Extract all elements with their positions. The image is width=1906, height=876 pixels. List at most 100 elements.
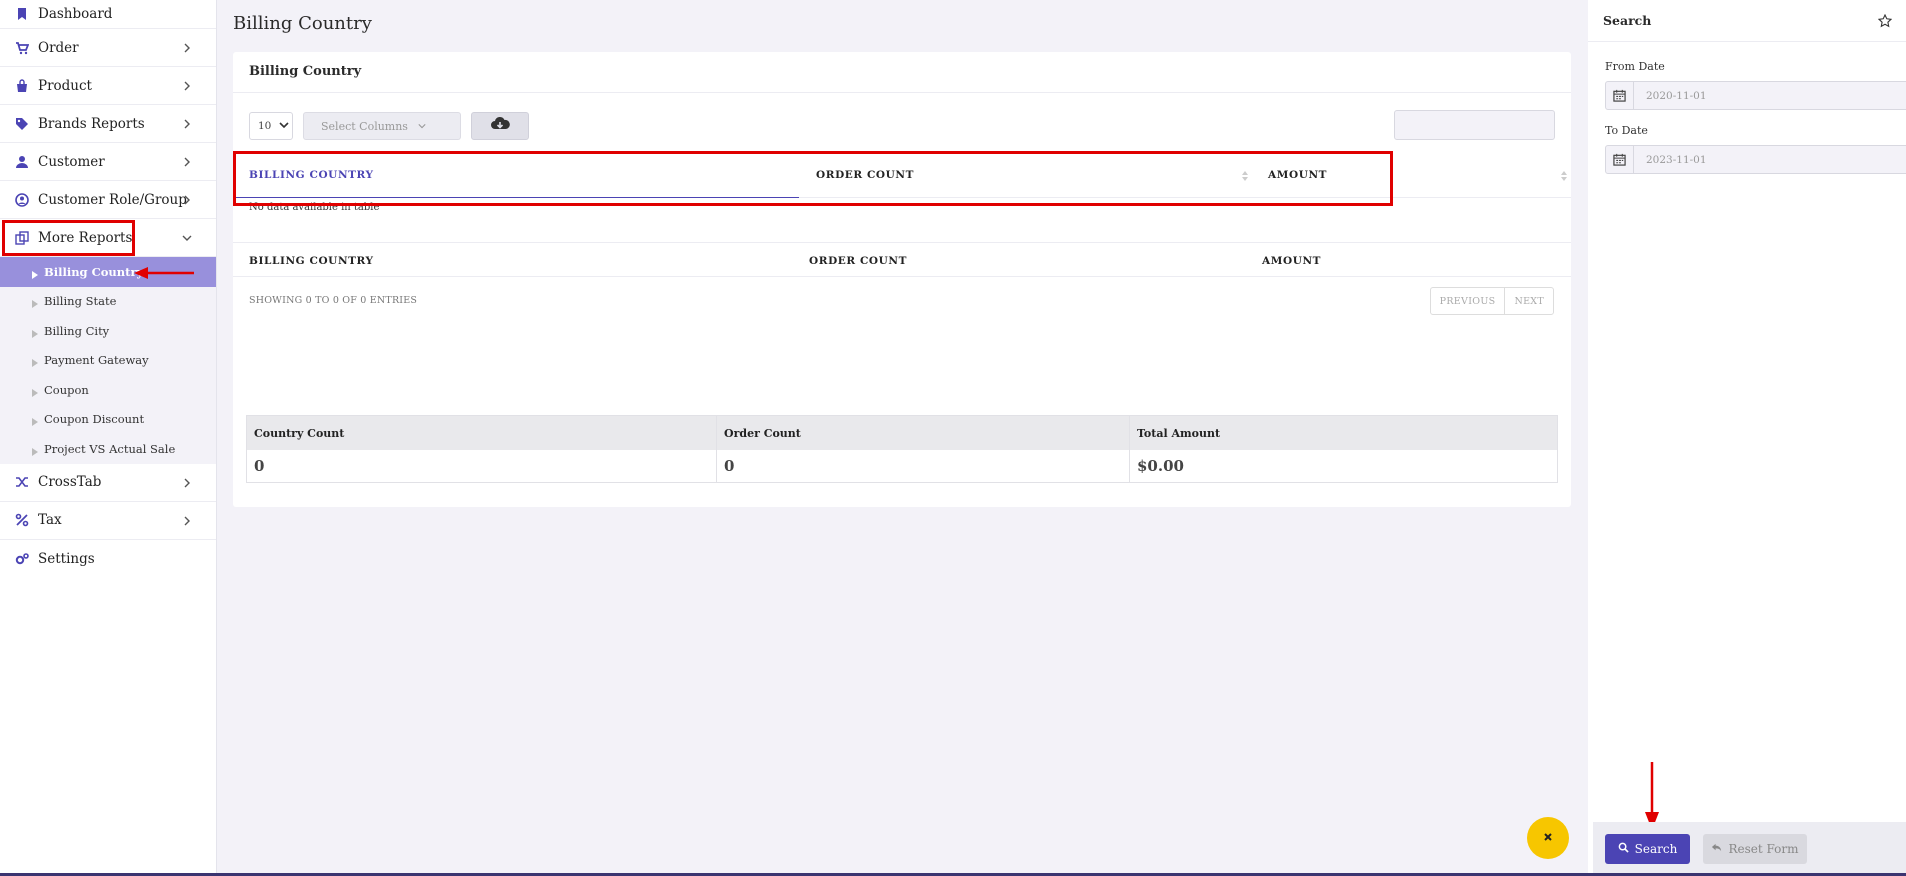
empty-table-message: No data available in table — [249, 202, 380, 213]
user-icon — [14, 154, 30, 170]
chevron-right-icon — [182, 514, 194, 526]
sidebar-subitem-payment-gateway[interactable]: Payment Gateway — [0, 346, 216, 376]
close-icon — [1543, 831, 1553, 846]
caret-right-icon — [32, 327, 38, 338]
sidebar-item-dashboard[interactable]: Dashboard — [0, 0, 216, 29]
sidebar-item-brands-reports[interactable]: Brands Reports — [0, 105, 216, 143]
sidebar-item-label: Customer — [38, 153, 105, 170]
sidebar-item-label: Product — [38, 77, 92, 94]
sidebar-item-label: CrossTab — [38, 474, 102, 490]
to-date-value: 2023-11-01 — [1646, 153, 1707, 166]
summary-header-row: Country Count Order Count Total Amount — [247, 416, 1557, 450]
to-date-input[interactable]: 2023-11-01 — [1605, 145, 1906, 174]
column-header-order-count[interactable]: ORDER COUNT — [816, 152, 914, 198]
caret-right-icon — [32, 297, 38, 309]
reset-form-button-label: Reset Form — [1728, 842, 1799, 856]
sidebar-item-label: More Reports — [38, 229, 133, 246]
from-date-label: From Date — [1605, 60, 1665, 73]
sidebar-subitem-billing-state[interactable]: Billing State — [0, 287, 216, 317]
sidebar-subitem-project-vs-actual-sale[interactable]: Project VS Actual Sale — [0, 434, 216, 464]
chevron-right-icon — [182, 41, 194, 53]
sidebar-subitem-billing-city[interactable]: Billing City — [0, 316, 216, 346]
page-title: Billing Country — [233, 13, 372, 34]
summary-country-count: 0 — [247, 450, 717, 482]
summary-order-count: 0 — [717, 450, 1130, 482]
to-date-label: To Date — [1605, 124, 1648, 137]
tag-icon — [14, 116, 30, 132]
sort-icon — [1561, 171, 1567, 181]
sidebar-item-order[interactable]: Order — [0, 29, 216, 67]
sidebar-subitem-label: Billing State — [44, 294, 117, 309]
table-info: SHOWING 0 TO 0 OF 0 ENTRIES — [249, 295, 418, 306]
star-icon[interactable] — [1877, 13, 1893, 28]
chevron-down-icon — [418, 120, 426, 133]
chevron-right-icon — [182, 79, 194, 91]
sidebar-subitem-coupon-discount[interactable]: Coupon Discount — [0, 405, 216, 435]
sidebar-item-label: Brands Reports — [38, 115, 145, 132]
sidebar-item-more-reports[interactable]: More Reports — [0, 219, 216, 257]
footer-order-count: ORDER COUNT — [809, 254, 908, 267]
search-button-label: Search — [1634, 842, 1678, 856]
page-length-select[interactable]: 10 — [249, 112, 293, 140]
annotation-arrow-left — [134, 267, 194, 279]
download-button[interactable] — [471, 112, 529, 140]
card-title: Billing Country — [233, 52, 1571, 93]
page-length-value: 10 — [258, 120, 272, 132]
caret-right-icon — [32, 445, 38, 456]
search-panel-header: Search — [1588, 0, 1906, 42]
table-toolbar: 10 Select Columns — [249, 112, 529, 140]
calendar-icon — [1606, 146, 1634, 173]
reset-form-button[interactable]: Reset Form — [1703, 834, 1807, 864]
summary-table: Country Count Order Count Total Amount 0… — [246, 415, 1558, 483]
next-page-button[interactable]: NEXT — [1504, 288, 1553, 314]
table-search-input[interactable] — [1394, 110, 1555, 140]
from-date-input[interactable]: 2020-11-01 — [1605, 81, 1906, 110]
sidebar-subitem-label: Coupon Discount — [44, 412, 145, 427]
percent-icon — [14, 512, 30, 528]
footer-billing-country: BILLING COUNTRY — [249, 254, 374, 267]
gears-icon — [14, 551, 30, 567]
sidebar-item-tax[interactable]: Tax — [0, 502, 216, 540]
sidebar-subitem-label: Billing Country — [44, 264, 144, 279]
chevron-down-icon — [279, 120, 289, 133]
search-button[interactable]: Search — [1605, 834, 1690, 864]
chevron-down-icon — [182, 231, 194, 243]
close-fab-button[interactable] — [1527, 817, 1569, 859]
sort-icon — [1242, 171, 1248, 181]
caret-right-icon — [32, 386, 38, 397]
user-circle-icon — [14, 192, 30, 208]
shopping-bag-icon — [14, 78, 30, 94]
sidebar-item-product[interactable]: Product — [0, 67, 216, 105]
select-columns-dropdown[interactable]: Select Columns — [303, 112, 461, 140]
report-card: Billing Country 10 Select Columns BILLIN… — [233, 52, 1571, 507]
column-header-amount[interactable]: AMOUNT — [1268, 152, 1327, 198]
search-panel-title: Search — [1603, 13, 1652, 28]
sidebar-subitem-label: Project VS Actual Sale — [44, 441, 176, 456]
caret-right-icon — [32, 268, 38, 279]
more-reports-submenu: Billing Country Billing State Billing Ci… — [0, 257, 216, 464]
sidebar-subitem-label: Coupon — [44, 382, 89, 397]
shuffle-icon — [14, 474, 30, 490]
sidebar-item-crosstab[interactable]: CrossTab — [0, 464, 216, 502]
sidebar-item-customer[interactable]: Customer — [0, 143, 216, 181]
column-header-billing-country[interactable]: BILLING COUNTRY — [233, 152, 799, 198]
previous-page-button[interactable]: PREVIOUS — [1431, 288, 1505, 314]
sidebar-item-label: Dashboard — [38, 6, 113, 22]
table-footer-row: BILLING COUNTRY ORDER COUNT AMOUNT — [233, 242, 1571, 277]
caret-right-icon — [32, 415, 38, 427]
summary-value-row: 0 0 $0.00 — [247, 450, 1557, 482]
sidebar-subitem-label: Payment Gateway — [44, 353, 149, 368]
sidebar-item-label: Settings — [38, 550, 95, 567]
cart-icon — [14, 40, 30, 56]
sidebar-subitem-coupon[interactable]: Coupon — [0, 375, 216, 405]
select-columns-placeholder: Select Columns — [321, 119, 408, 133]
summary-total-amount: $0.00 — [1137, 457, 1184, 475]
pagination: PREVIOUS NEXT — [1429, 287, 1554, 315]
summary-header-country-count: Country Count — [247, 416, 717, 450]
sidebar-item-settings[interactable]: Settings — [0, 540, 216, 578]
sidebar-item-label: Order — [38, 39, 79, 56]
search-panel: Search From Date 2020-11-01 To Date 2023… — [1588, 0, 1906, 876]
sidebar-item-label: Customer Role/Group — [38, 191, 187, 208]
from-date-value: 2020-11-01 — [1646, 89, 1707, 102]
sidebar-item-customer-role-group[interactable]: Customer Role/Group — [0, 181, 216, 219]
